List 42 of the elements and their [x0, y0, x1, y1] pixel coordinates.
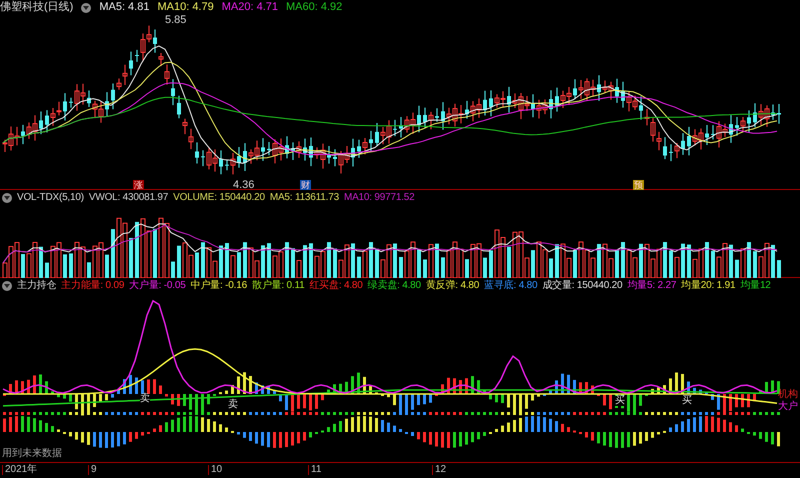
- signal-label: 买: [615, 396, 625, 406]
- indicator-value: 均量12: [740, 281, 771, 291]
- date-axis-label: 2021年: [2, 465, 38, 475]
- moving-average-value: MA10: 4.79: [157, 2, 214, 13]
- indicator-value: 散户量: 0.11: [252, 281, 304, 291]
- indicator-value: 大户量: -0.05: [129, 281, 186, 291]
- date-axis-label: 9: [88, 465, 97, 475]
- dropdown-icon[interactable]: [81, 2, 92, 12]
- panel-title: 主力持仓: [17, 281, 56, 291]
- moving-average-value: MA60: 4.92: [286, 2, 342, 13]
- indicator-value: 成交量: 150440.20: [542, 281, 622, 291]
- indicator-value: MA5: 113611.73: [270, 193, 339, 203]
- indicator-value: VWOL: 430081.97: [88, 193, 168, 203]
- indicator-value: 均量20: 1.91: [681, 281, 736, 291]
- signal-label: 卖: [140, 394, 150, 404]
- date-axis-label: 11: [308, 465, 322, 475]
- stock-title: 佛塑科技(日线): [0, 2, 74, 13]
- indicator-value: VOLUME: 150440.20: [173, 193, 265, 203]
- indicator-value: 红买盘: 4.80: [309, 281, 363, 291]
- event-marker[interactable]: 涨: [133, 180, 144, 190]
- low-price-label: 4.36: [233, 180, 254, 191]
- dropdown-icon[interactable]: [2, 193, 12, 203]
- indicator-value: 主力能量: 0.09: [61, 281, 124, 291]
- event-marker[interactable]: 财: [300, 180, 311, 190]
- moving-average-value: MA20: 4.71: [222, 2, 278, 13]
- indicator-value: 蓝寻底: 4.80: [484, 281, 538, 291]
- line-label: 大户: [778, 402, 798, 412]
- panel-title: VOL-TDX(5,10): [17, 193, 84, 203]
- date-axis-label: 10: [208, 465, 222, 475]
- moving-average-value: MA5: 4.81: [99, 2, 150, 13]
- indicator-value: 黄反弹: 4.80: [426, 281, 480, 291]
- indicator-value: 均量5: 2.27: [627, 281, 676, 291]
- signal-label: 买: [682, 396, 692, 406]
- date-axis-label: 12: [432, 465, 446, 475]
- indicator-value: 中户量: -0.16: [190, 281, 247, 291]
- line-label: 机构: [778, 390, 798, 400]
- future-data-note: 用到未来数据: [2, 449, 62, 459]
- signal-label: 卖: [228, 400, 238, 410]
- dropdown-icon[interactable]: [2, 281, 12, 291]
- indicator-value: MA10: 99771.52: [344, 193, 415, 203]
- indicator-value: 绿卖盘: 4.80: [368, 281, 421, 291]
- high-price-label: 5.85: [165, 15, 186, 26]
